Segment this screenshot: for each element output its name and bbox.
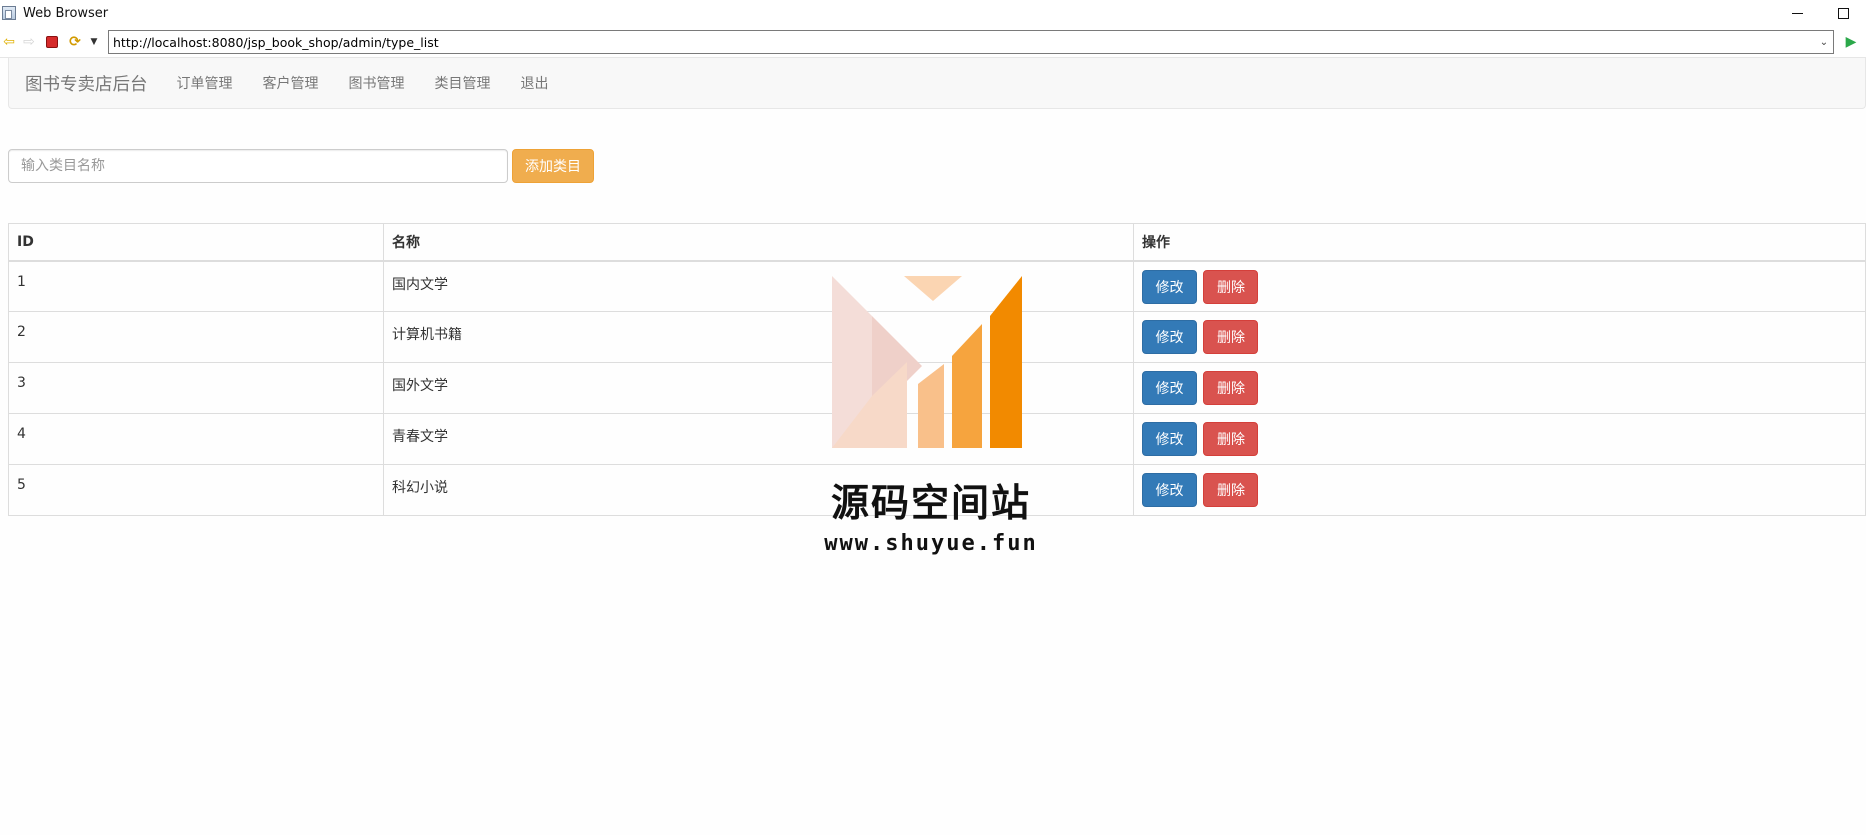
cell-name: 国外文学 [383, 362, 1134, 414]
url-input[interactable] [109, 34, 1815, 50]
cell-name: 科幻小说 [383, 464, 1134, 516]
navbar-brand[interactable]: 图书专卖店后台 [25, 71, 148, 96]
edit-button[interactable]: 修改 [1142, 371, 1197, 405]
minimize-button[interactable] [1774, 0, 1820, 26]
table-row: 5 科幻小说 修改 删除 [8, 464, 1866, 516]
table-row: 2 计算机书籍 修改 删除 [8, 311, 1866, 363]
delete-button[interactable]: 删除 [1203, 473, 1259, 507]
delete-button[interactable]: 删除 [1203, 320, 1259, 354]
forward-arrow-icon[interactable]: ⇨ [20, 33, 38, 51]
table-row: 3 国外文学 修改 删除 [8, 362, 1866, 414]
delete-button[interactable]: 删除 [1203, 422, 1259, 456]
cell-id: 5 [8, 464, 384, 516]
cell-name: 国内文学 [383, 260, 1134, 312]
edit-button[interactable]: 修改 [1142, 473, 1197, 507]
admin-navbar: 图书专卖店后台 订单管理 客户管理 图书管理 类目管理 退出 [8, 58, 1866, 109]
cell-id: 2 [8, 311, 384, 363]
delete-button[interactable]: 删除 [1203, 269, 1259, 304]
window-titlebar: Web Browser [0, 0, 1866, 26]
maximize-button[interactable] [1820, 0, 1866, 26]
refresh-icon[interactable]: ⟳ [66, 33, 84, 51]
cell-id: 3 [8, 362, 384, 414]
stop-icon[interactable] [44, 33, 60, 51]
cell-id: 4 [8, 413, 384, 465]
table-row: 1 国内文学 修改 删除 [8, 260, 1866, 312]
maximize-icon [1837, 7, 1849, 19]
address-bar[interactable]: ⌄ [108, 30, 1834, 54]
table-row: 4 青春文学 修改 删除 [8, 413, 1866, 465]
edit-button[interactable]: 修改 [1142, 422, 1197, 456]
chevron-down-icon[interactable]: ▼ [88, 33, 100, 51]
window-controls [1774, 0, 1866, 26]
nav-link-customers[interactable]: 客户管理 [248, 73, 334, 93]
header-id: ID [8, 223, 384, 262]
edit-button[interactable]: 修改 [1142, 320, 1197, 354]
browser-app-icon [2, 6, 16, 20]
edit-button[interactable]: 修改 [1142, 269, 1197, 304]
window-title: Web Browser [23, 5, 109, 21]
cell-name: 计算机书籍 [383, 311, 1134, 363]
add-category-button[interactable]: 添加类目 [512, 149, 594, 183]
category-table: ID 名称 操作 1 国内文学 修改 删除 2 计算机书籍 修改 删除 3 国外… [8, 223, 1866, 516]
cell-actions: 修改 删除 [1133, 464, 1866, 516]
nav-link-categories[interactable]: 类目管理 [420, 73, 506, 93]
cell-actions: 修改 删除 [1133, 311, 1866, 363]
header-name: 名称 [383, 223, 1134, 262]
header-actions: 操作 [1133, 223, 1866, 262]
nav-link-logout[interactable]: 退出 [506, 73, 564, 93]
cell-id: 1 [8, 260, 384, 312]
url-dropdown-icon[interactable]: ⌄ [1815, 37, 1833, 48]
table-header-row: ID 名称 操作 [8, 223, 1866, 262]
category-name-input[interactable] [8, 149, 508, 183]
nav-link-books[interactable]: 图书管理 [334, 73, 420, 93]
delete-button[interactable]: 删除 [1203, 371, 1259, 405]
back-arrow-icon[interactable]: ⇦ [0, 33, 18, 51]
cell-actions: 修改 删除 [1133, 362, 1866, 414]
cell-actions: 修改 删除 [1133, 260, 1866, 312]
minimize-icon [1791, 12, 1803, 14]
cell-name: 青春文学 [383, 413, 1134, 465]
watermark-url: www.shuyue.fun [824, 531, 1038, 556]
nav-link-orders[interactable]: 订单管理 [162, 73, 248, 93]
cell-actions: 修改 删除 [1133, 413, 1866, 465]
stop-square [46, 36, 58, 48]
browser-toolbar: ⇦ ⇨ ⟳ ▼ ⌄ ▶ [0, 26, 1866, 58]
go-icon[interactable]: ▶ [1842, 33, 1860, 51]
